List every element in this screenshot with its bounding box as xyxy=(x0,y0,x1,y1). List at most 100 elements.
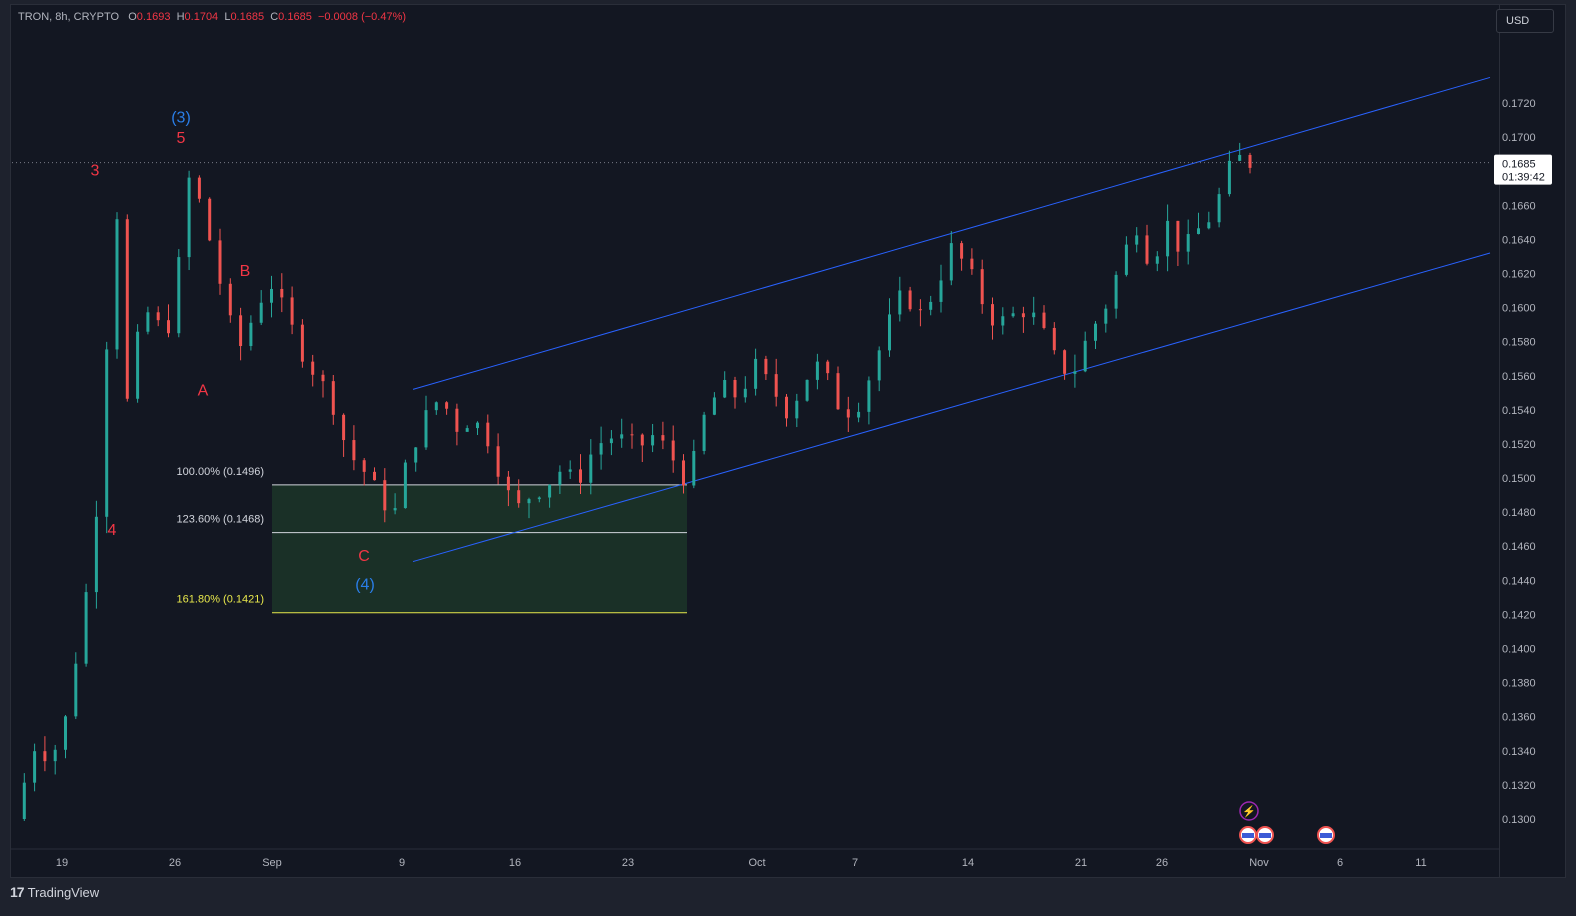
candle-body xyxy=(640,434,644,446)
y-tick-label: 0.1640 xyxy=(1502,234,1536,246)
x-tick-label: 6 xyxy=(1337,857,1343,869)
candle-body xyxy=(527,499,531,504)
candle-body xyxy=(1197,228,1200,235)
candle-body xyxy=(568,469,572,472)
y-tick-label: 0.1620 xyxy=(1502,268,1536,280)
candle-body xyxy=(1063,350,1067,374)
candle-body xyxy=(671,440,675,461)
x-tick-label: Nov xyxy=(1249,857,1269,869)
candle-body xyxy=(846,409,850,418)
candle-body xyxy=(630,434,634,436)
low-value: 0.1685 xyxy=(230,11,265,23)
candle-body xyxy=(228,283,232,316)
x-tick-label: 19 xyxy=(56,857,68,869)
candle-body xyxy=(373,471,376,481)
last-price-value: 0.1685 xyxy=(1502,159,1536,171)
candle-body xyxy=(445,402,449,409)
y-tick-label: 0.1360 xyxy=(1502,712,1536,724)
candle-body xyxy=(1042,312,1046,328)
symbol-name[interactable]: TRON, 8h, CRYPTO xyxy=(18,11,119,23)
x-tick-label: 26 xyxy=(1156,857,1168,869)
candle-body xyxy=(970,258,974,270)
candle-body xyxy=(548,484,552,498)
candle-body xyxy=(1145,235,1149,264)
x-tick-label: Sep xyxy=(262,857,282,869)
candle-body xyxy=(331,381,335,415)
candle-body xyxy=(434,402,438,411)
x-tick-label: 11 xyxy=(1415,857,1426,869)
candle-body xyxy=(857,411,861,418)
x-tick-label: 26 xyxy=(169,857,181,869)
candle-body xyxy=(249,322,253,347)
y-tick-label: 0.1440 xyxy=(1502,575,1536,587)
candle-body xyxy=(1166,220,1170,257)
candle-body xyxy=(362,460,366,472)
candle-body xyxy=(1052,327,1056,351)
candle-body xyxy=(1001,316,1005,326)
candle-body xyxy=(733,379,737,398)
candle-body xyxy=(929,301,933,310)
candle-body xyxy=(888,314,891,351)
candle-body xyxy=(342,414,346,441)
candle-body xyxy=(383,480,387,511)
wave-label: (3) xyxy=(171,110,191,127)
candle-body xyxy=(898,290,902,315)
candle-body xyxy=(1021,313,1025,318)
flag-stripe xyxy=(1242,833,1254,838)
y-tick-label: 0.1520 xyxy=(1502,439,1536,451)
candle-body xyxy=(723,379,727,398)
x-tick-label: 9 xyxy=(399,857,405,869)
y-tick-label: 0.1720 xyxy=(1502,98,1536,110)
candle-body xyxy=(403,462,407,509)
y-tick-label: 0.1480 xyxy=(1502,507,1536,519)
candle-body xyxy=(465,428,469,432)
x-tick-label: 21 xyxy=(1075,857,1087,869)
y-tick-label: 0.1660 xyxy=(1502,200,1536,212)
wave-label: 4 xyxy=(108,522,117,539)
high-label: H xyxy=(176,11,185,23)
candle-body xyxy=(22,782,26,819)
candle-body xyxy=(476,422,479,429)
x-tick-label: 14 xyxy=(962,857,974,869)
y-tick-label: 0.1540 xyxy=(1502,405,1536,417)
wave-label: 3 xyxy=(91,162,100,179)
candle-body xyxy=(393,508,397,511)
wave-label: 5 xyxy=(177,130,186,147)
y-tick-label: 0.1340 xyxy=(1502,746,1536,758)
candle-body xyxy=(980,269,984,305)
countdown-timer: 01:39:42 xyxy=(1502,172,1545,184)
y-tick-label: 0.1460 xyxy=(1502,541,1536,553)
candle-body xyxy=(589,454,593,483)
candle-body xyxy=(455,408,459,432)
candle-body xyxy=(1073,371,1077,374)
tradingview-brand[interactable]: 17 TradingView xyxy=(10,884,99,900)
lightning-icon: ⚡ xyxy=(1242,805,1256,818)
candle-body xyxy=(1155,256,1159,264)
wave-label: B xyxy=(240,263,251,280)
candle-body xyxy=(754,358,758,389)
flag-stripe xyxy=(1320,833,1332,838)
open-value: 0.1693 xyxy=(136,11,171,23)
candle-body xyxy=(795,400,799,419)
candle-body xyxy=(537,497,541,500)
x-tick-label: 7 xyxy=(852,857,858,869)
x-tick-label: 23 xyxy=(622,857,634,869)
candle-body xyxy=(692,450,696,486)
candle-body xyxy=(609,438,613,444)
candle-body xyxy=(702,414,706,451)
flag-stripe xyxy=(1259,833,1271,838)
x-tick-label: 16 xyxy=(509,857,521,869)
price-chart[interactable]: 0.17200.17000.16800.16600.16400.16200.16… xyxy=(0,0,1576,916)
candle-body xyxy=(1104,308,1108,324)
currency-button[interactable]: USD xyxy=(1496,9,1554,33)
candle-body xyxy=(867,380,871,412)
candle-body xyxy=(651,435,655,446)
candle-body xyxy=(239,315,243,347)
candle-body xyxy=(743,388,747,398)
candle-body xyxy=(1135,235,1139,245)
candle-body xyxy=(94,516,98,593)
y-tick-label: 0.1320 xyxy=(1502,780,1536,792)
wave-label: C xyxy=(358,548,370,565)
chart-app: 0.17200.17000.16800.16600.16400.16200.16… xyxy=(0,0,1576,916)
wave-label: A xyxy=(198,382,209,399)
